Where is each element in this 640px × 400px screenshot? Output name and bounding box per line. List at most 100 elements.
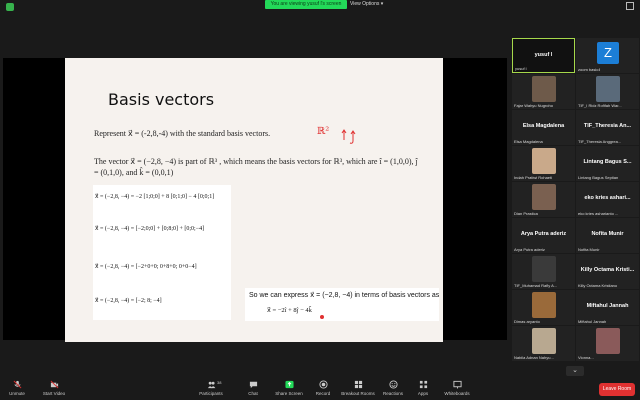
participant-tile[interactable]: Dian Prastica — [512, 182, 575, 217]
participant-tile[interactable]: Indah Pratiwi Rohaeti — [512, 146, 575, 181]
participant-tile[interactable]: Dimas aryanto — [512, 290, 575, 325]
equation-3: x⃗ = (−2,8, −4) = [−2+0+0; 0+8+0; 0+0−4] — [95, 264, 197, 270]
participant-name: TIF_Theresia An... — [583, 123, 632, 129]
share-screen-button[interactable]: Share Screen — [274, 380, 304, 396]
chat-label: Chat — [248, 391, 258, 396]
apps-button[interactable]: Apps — [414, 380, 432, 396]
summary-equation: x⃗ = −2î + 8ĵ − 4k̂ — [267, 307, 312, 314]
participant-name: Lintang Bagus S... — [583, 159, 632, 165]
participant-tile[interactable]: Lintang Bagus S... Lintang Bagus Septian — [576, 146, 639, 181]
equation-2: x⃗ = (−2,8, −4) = [−2;0;0] + [0;8;0] + [… — [95, 226, 205, 232]
apps-icon — [419, 380, 427, 389]
participant-name: eko kries ashari... — [584, 195, 631, 201]
video-feed — [596, 328, 620, 354]
participant-tile[interactable]: Nabila Adnan Nahyu... — [512, 326, 575, 361]
participant-tile[interactable]: TIF_I Ridz Rofifah War... — [576, 74, 639, 109]
handwritten-r2: ℝ² — [317, 126, 330, 137]
participant-gallery: yusuf l yusuf l Z zoom basic4 Fajar Wahy… — [509, 34, 640, 364]
smiley-icon — [388, 380, 398, 389]
video-feed — [532, 328, 556, 354]
participant-sub: Lintang Bagus Septian — [578, 175, 619, 180]
viewing-banner: You are viewing yusuf l's screen — [265, 0, 347, 9]
participant-sub: yusuf l — [515, 66, 527, 71]
video-feed — [532, 148, 556, 174]
whiteboards-button[interactable]: Whiteboards — [440, 380, 474, 396]
equation-box: x⃗ = (−2,8, −4) = −2 [1;0;0] + 8 [0;1;0]… — [93, 185, 231, 320]
gallery-next-page-button[interactable]: ⌄ — [566, 366, 584, 376]
participant-sub: Dian Prastica — [514, 211, 538, 216]
record-label: Record — [315, 391, 331, 396]
participant-sub: Arya Putra aderiz — [514, 247, 545, 252]
breakout-rooms-icon — [354, 380, 362, 389]
start-video-button[interactable]: Start Video — [40, 380, 68, 396]
whiteboards-label: Whiteboards — [444, 391, 470, 396]
video-feed — [532, 184, 556, 210]
participant-tile[interactable]: yusuf l yusuf l — [512, 38, 575, 73]
participant-sub: Killy Octama Kristiano — [578, 283, 618, 288]
slide-title: Basis vectors — [108, 90, 215, 109]
represent-text: Represent x⃗ = (-2,8,-4) with the standa… — [94, 129, 271, 138]
vector-paragraph: The vector x⃗ = (−2,8, −4) is part of ℝ³… — [94, 157, 418, 177]
record-button[interactable]: Record — [313, 380, 333, 396]
participants-icon — [207, 381, 215, 389]
participant-tile[interactable]: Killy Octama Kristi... Killy Octama Kris… — [576, 254, 639, 289]
video-feed — [532, 256, 556, 282]
participants-button[interactable]: Participants 38 — [196, 380, 226, 396]
participants-label: Participants — [199, 391, 223, 396]
apps-label: Apps — [417, 391, 429, 396]
participant-sub: Indah Pratiwi Rohaeti — [514, 175, 553, 180]
participant-tile[interactable]: Nofita Munir Nofita Munir — [576, 218, 639, 253]
participant-sub: Nofita Munir — [578, 247, 600, 252]
participant-tile[interactable]: Z zoom basic4 — [576, 38, 639, 73]
shield-icon[interactable] — [6, 3, 14, 11]
participant-sub: Fajar Wahyu Nugroho — [514, 103, 553, 108]
participant-sub: eko kries asharianto ... — [578, 211, 619, 216]
pointer-dot — [320, 315, 324, 319]
equation-1: x⃗ = (−2,8, −4) = −2 [1;0;0] + 8 [0;1;0]… — [95, 194, 215, 200]
summary-text: So we can express x⃗ = (−2,8, −4) in ter… — [249, 292, 440, 299]
unmute-button[interactable]: Unmute — [6, 380, 28, 396]
participant-sub: Dimas aryanto — [514, 319, 540, 324]
participant-sub: Elsa Magdalena — [514, 139, 543, 144]
avatar: Z — [597, 42, 619, 64]
participant-tile[interactable]: TIF_Muhamad Rafly A... — [512, 254, 575, 289]
slide: Basis vectors Represent x⃗ = (-2,8,-4) w… — [65, 58, 443, 342]
video-feed — [532, 292, 556, 318]
participant-name: Killy Octama Kristi... — [580, 267, 635, 273]
participant-sub: Nabila Adnan Nahyu... — [514, 355, 554, 360]
fullscreen-icon[interactable] — [626, 2, 634, 10]
share-screen-icon — [284, 380, 294, 389]
participant-tile[interactable]: Vionna... — [576, 326, 639, 361]
participant-sub: Miftahul Jannah — [578, 319, 607, 324]
participant-tile[interactable]: Miftahul Jannah Miftahul Jannah — [576, 290, 639, 325]
leave-room-button[interactable]: Leave Room — [599, 383, 635, 396]
participant-tile[interactable]: eko kries ashari... eko kries asharianto… — [576, 182, 639, 217]
video-feed — [596, 76, 620, 102]
participant-tile[interactable]: Elsa Magdalena Elsa Magdalena — [512, 110, 575, 145]
participant-tile[interactable]: TIF_Theresia An... TIF_Theresia Anggrea.… — [576, 110, 639, 145]
start-video-label: Start Video — [42, 391, 66, 396]
hand-drawn-arrow-icon — [341, 129, 356, 144]
equation-4: x⃗ = (−2,8, −4) = [−2; 8; −4] — [95, 298, 162, 304]
participant-tile[interactable]: Arya Putra aderiz Arya Putra aderiz — [512, 218, 575, 253]
breakout-rooms-button[interactable]: Breakout Rooms — [338, 380, 378, 396]
unmute-label: Unmute — [9, 391, 25, 396]
participant-name: Elsa Magdalena — [522, 123, 565, 129]
chat-bubble-icon — [249, 381, 257, 389]
top-bar: You are viewing yusuf l's screen View Op… — [0, 0, 640, 14]
chat-button[interactable]: Chat — [244, 380, 262, 396]
participant-name: yusuf l — [534, 52, 553, 58]
participant-name: Miftahul Jannah — [586, 303, 629, 309]
participant-sub: TIF_Muhamad Rafly A... — [514, 283, 558, 288]
participant-sub: Vionna... — [578, 355, 594, 360]
view-options-button[interactable]: View Options ▾ — [350, 0, 383, 9]
reactions-button[interactable]: Reactions — [381, 380, 405, 396]
whiteboard-icon — [452, 380, 462, 389]
participants-count: 38 — [217, 380, 222, 385]
reactions-label: Reactions — [382, 391, 403, 396]
microphone-muted-icon — [13, 380, 21, 389]
record-icon — [318, 380, 328, 389]
share-screen-label: Share Screen — [275, 391, 303, 396]
participant-tile[interactable]: Fajar Wahyu Nugroho — [512, 74, 575, 109]
participant-sub: TIF_I Ridz Rofifah War... — [578, 103, 622, 108]
